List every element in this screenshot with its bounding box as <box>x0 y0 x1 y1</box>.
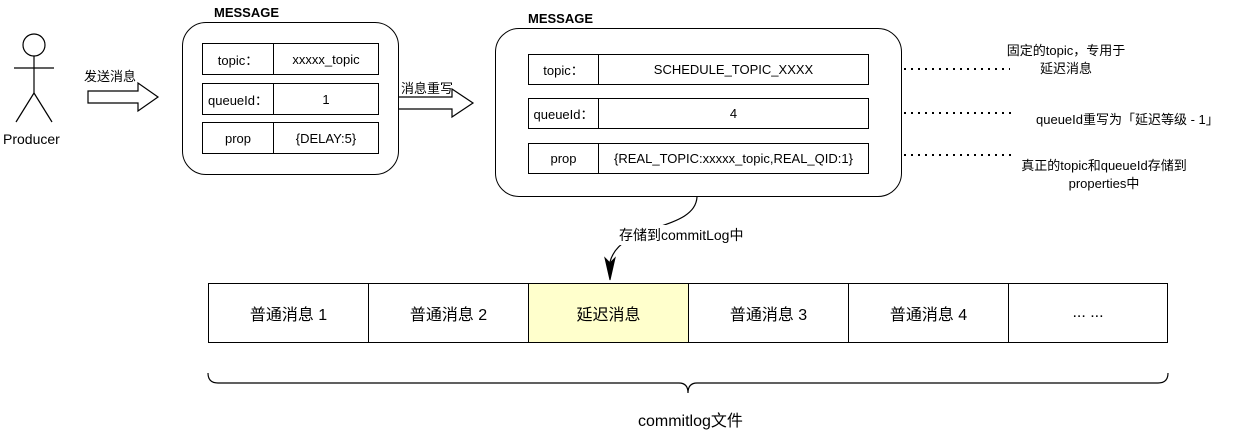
rewritten-row-topic: topic： SCHEDULE_TOPIC_XXXX <box>528 54 869 85</box>
rewritten-prop-key: prop <box>529 144 599 173</box>
rewritten-prop-value: {REAL_TOPIC:xxxxx_topic,REAL_QID:1} <box>614 151 853 166</box>
send-label: 发送消息 <box>84 69 137 84</box>
commitlog-cell-1: 普通消息 1 <box>208 283 369 343</box>
producer-stick-figure-icon <box>14 33 54 123</box>
note-real-topic: 真正的topic和queueId存储到 properties中 <box>1015 157 1193 193</box>
send-block-arrow <box>87 81 160 113</box>
rewritten-queueid-key: queueId： <box>529 99 599 128</box>
commitlog-cell-3: 普通消息 3 <box>688 283 849 343</box>
note-queueid-rewrite: queueId重写为「延迟等级 - 1」 <box>1036 111 1232 129</box>
note-real-topic-line1: 真正的topic和queueId存储到 <box>1021 158 1187 173</box>
original-row-topic: topic： xxxxx_topic <box>202 43 379 75</box>
store-label: 存储到commitLog中 <box>617 225 746 245</box>
rewritten-row-queueid: queueId： 4 <box>528 98 869 129</box>
original-prop-value: {DELAY:5} <box>295 130 357 146</box>
original-prop-key: prop <box>203 123 274 153</box>
producer-label: Producer <box>3 131 60 147</box>
commitlog-brace <box>207 372 1169 394</box>
original-queueid-key: queueId： <box>203 84 274 114</box>
note-real-topic-line2: properties中 <box>1068 176 1140 191</box>
original-topic-value: xxxxx_topic <box>292 51 360 67</box>
rewritten-topic-key: topic： <box>529 55 599 84</box>
commitlog-cell-more: ... ... <box>1008 283 1168 343</box>
commitlog-cell-2: 普通消息 2 <box>368 283 529 343</box>
note-fixed-topic-line2: 延迟消息 <box>1039 61 1092 76</box>
original-topic-key: topic： <box>203 44 274 74</box>
rewrite-label: 消息重写 <box>401 81 454 96</box>
original-row-prop: prop {DELAY:5} <box>202 122 379 154</box>
original-queueid-value: 1 <box>322 91 330 107</box>
original-row-queueid: queueId： 1 <box>202 83 379 115</box>
note-fixed-topic: 固定的topic，专用于 延迟消息 <box>1000 42 1132 78</box>
rewritten-queueid-value: 4 <box>729 106 738 121</box>
rewritten-topic-value: SCHEDULE_TOPIC_XXXX <box>653 62 814 77</box>
original-message-title: MESSAGE <box>214 5 280 20</box>
rewritten-row-prop: prop {REAL_TOPIC:xxxxx_topic,REAL_QID:1} <box>528 143 869 174</box>
commitlog-cell-4: 普通消息 4 <box>848 283 1009 343</box>
commitlog-cell-delayed: 延迟消息 <box>528 283 689 343</box>
note-queueid-rewrite-line1: queueId重写为「延迟等级 - 1」 <box>1036 112 1219 127</box>
rewritten-message-title: MESSAGE <box>528 11 594 26</box>
note-fixed-topic-line1: 固定的topic，专用于 <box>1006 43 1126 58</box>
commitlog-label: commitlog文件 <box>638 413 743 430</box>
